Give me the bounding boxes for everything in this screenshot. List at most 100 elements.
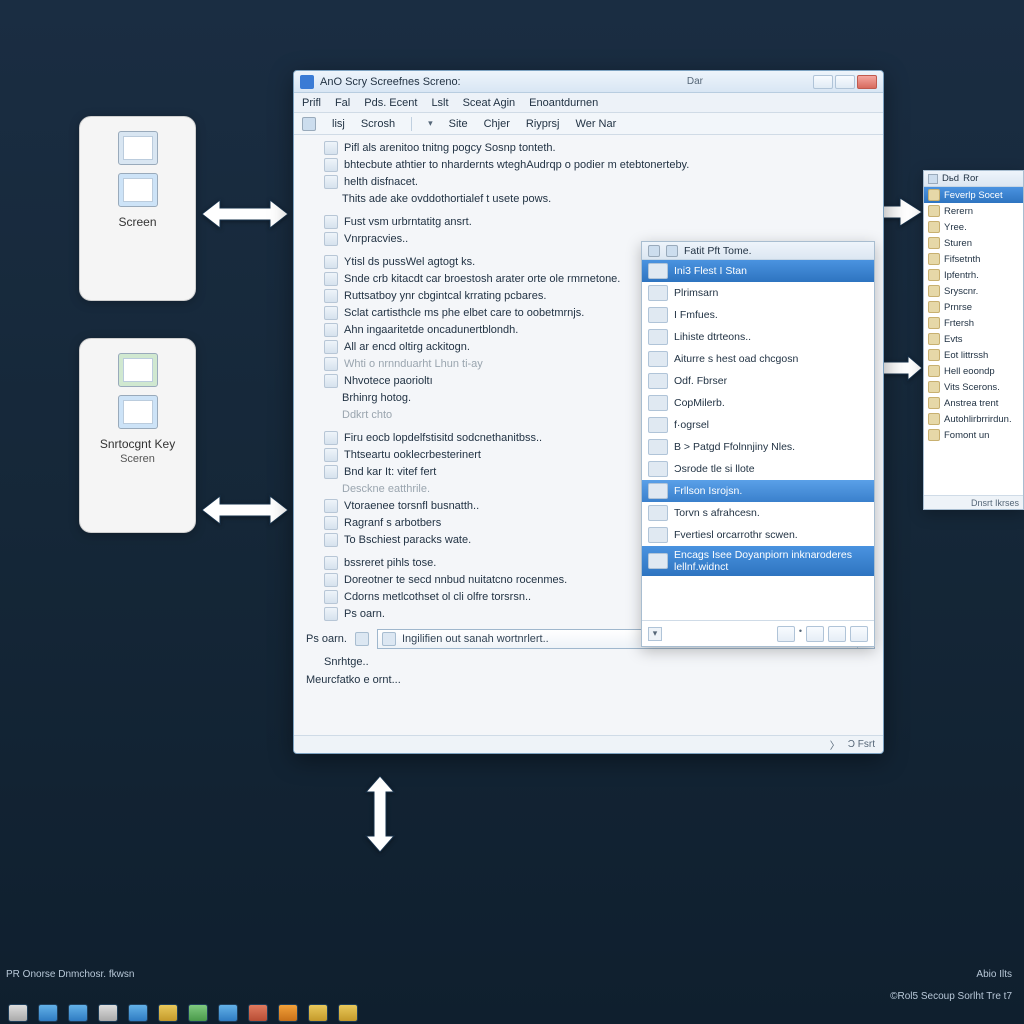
item-icon	[648, 395, 668, 411]
right-panel-item[interactable]: Ipfentrh.	[924, 267, 1023, 283]
panel-footer-button[interactable]	[828, 626, 846, 642]
right-panel-item[interactable]: Yree.	[924, 219, 1023, 235]
menu-item[interactable]: Fal	[335, 97, 350, 109]
panel-item[interactable]: Ini3 Flest I Stan	[642, 260, 874, 282]
panel-item[interactable]: Fvertiesl orcarrothr scwen.	[642, 524, 874, 546]
taskbar-button[interactable]	[338, 1004, 358, 1022]
menu-item[interactable]: Sceat Agin	[463, 97, 516, 109]
right-panel-item[interactable]: Eot littrssh	[924, 347, 1023, 363]
panel-item[interactable]: Aiturre s hest oad chcgosn	[642, 348, 874, 370]
folder-icon	[928, 269, 940, 281]
taskbar-button[interactable]	[8, 1004, 28, 1022]
option-icon	[324, 465, 338, 479]
combo-label: Ps oarn.	[306, 633, 347, 645]
menu-item[interactable]: Lslt	[431, 97, 448, 109]
panel-item[interactable]: Plrimsarn	[642, 282, 874, 304]
item-icon	[648, 527, 668, 543]
option-icon	[324, 272, 338, 286]
toolbar-item[interactable]: Wer Nar	[576, 118, 617, 130]
toolbar-item[interactable]: Chjer	[484, 118, 510, 130]
right-panel-item[interactable]: Anstrea trent	[924, 395, 1023, 411]
right-panel-item[interactable]: Fifsetnth	[924, 251, 1023, 267]
item-label: Plrimsarn	[674, 287, 718, 299]
status-label: Ɔ Fsrt	[848, 739, 875, 750]
panel-item[interactable]: Lihiste dtrteons..	[642, 326, 874, 348]
main-window: AnO Scry Screefnes Screno: Dar Prifl Fal…	[293, 70, 884, 754]
panel-item[interactable]: CopMilerb.	[642, 392, 874, 414]
taskbar-button[interactable]	[188, 1004, 208, 1022]
list-item[interactable]: Fust vsm urbrntatitg ansrt.	[306, 215, 875, 229]
menu-item[interactable]: Enoantdurnen	[529, 97, 598, 109]
item-label: Thtseartu ooklecrbesterinert	[344, 448, 481, 462]
panel-item[interactable]: I Fmfues.	[642, 304, 874, 326]
card-screen-1[interactable]: Screen	[79, 116, 196, 301]
taskbar-button[interactable]	[248, 1004, 268, 1022]
right-panel-item[interactable]: Evts	[924, 331, 1023, 347]
panel-item[interactable]: f·ogrsel	[642, 414, 874, 436]
toolbar-item[interactable]: lisj	[332, 118, 345, 130]
menu-item[interactable]: Pds. Ecent	[364, 97, 417, 109]
item-label: Sclat cartisthcle ms phe elbet care to o…	[344, 306, 584, 320]
right-panel-item[interactable]: Frtersh	[924, 315, 1023, 331]
right-panel-item[interactable]: Feverlp Socet	[924, 187, 1023, 203]
taskbar-button[interactable]	[218, 1004, 238, 1022]
taskbar-button[interactable]	[68, 1004, 88, 1022]
list-item[interactable]: helth disfnacet.	[306, 175, 875, 189]
right-panel-item[interactable]: Sryscnr.	[924, 283, 1023, 299]
item-label: Firu eocb lopdelfstisitd sodcnethanitbss…	[344, 431, 542, 445]
panel-dropdown[interactable]: ▾	[648, 627, 662, 641]
panel-footer-button[interactable]	[806, 626, 824, 642]
right-panel-item[interactable]: Fomont un	[924, 427, 1023, 443]
taskbar-button[interactable]	[38, 1004, 58, 1022]
toolbar-icon[interactable]	[302, 117, 316, 131]
panel-item[interactable]: Encags Isee Doyanpiorn inknaroderes lell…	[642, 546, 874, 576]
item-icon	[648, 461, 668, 477]
panel-header-label: Fatit Pft Tome.	[684, 245, 752, 257]
item-label: All ar encd oltirg ackitogn.	[344, 340, 470, 354]
taskbar-button[interactable]	[158, 1004, 178, 1022]
item-icon	[648, 439, 668, 455]
panel-footer-button[interactable]	[850, 626, 868, 642]
maximize-button[interactable]	[835, 75, 855, 89]
card-screen-2[interactable]: Snrtocgnt Key Sceren	[79, 338, 196, 533]
app-icon	[300, 75, 314, 89]
right-panel-item[interactable]: Rerern	[924, 203, 1023, 219]
list-item[interactable]: Snrhtge..	[306, 655, 875, 669]
close-button[interactable]	[857, 75, 877, 89]
item-label: Snde crb kitacdt car broestosh arater or…	[344, 272, 620, 286]
list-item[interactable]: Pifl als arenitoo tnitng pogcy Sosnp ton…	[306, 141, 875, 155]
panel-item[interactable]: Frllson Isrojsn.	[642, 480, 874, 502]
taskbar-button[interactable]	[278, 1004, 298, 1022]
minimize-button[interactable]	[813, 75, 833, 89]
toolbar-item[interactable]: Riyprsj	[526, 118, 560, 130]
option-icon	[324, 215, 338, 229]
taskbar-button[interactable]	[98, 1004, 118, 1022]
toolbar-item[interactable]: Scrosh	[361, 118, 395, 130]
panel-item[interactable]: Ɔsrode tle si llote	[642, 458, 874, 480]
panel-item[interactable]: B > Patgd Ffolnnjiny Nles.	[642, 436, 874, 458]
panel-footer-button[interactable]	[777, 626, 795, 642]
list-item: Thits ade ake ovddothortialef t usete po…	[306, 192, 875, 206]
panel-item[interactable]: Torvn s afrahcesn.	[642, 502, 874, 524]
combo-inner-icon	[382, 632, 396, 646]
right-panel-item[interactable]: Vits Scerons.	[924, 379, 1023, 395]
right-panel-item[interactable]: Prnrse	[924, 299, 1023, 315]
card-sublabel: Sceren	[120, 453, 155, 465]
item-label: Torvn s afrahcesn.	[674, 507, 760, 519]
menu-item[interactable]: Prifl	[302, 97, 321, 109]
toolbar-item[interactable]: Site	[449, 118, 468, 130]
item-icon	[648, 329, 668, 345]
option-icon	[324, 556, 338, 570]
option-icon	[324, 323, 338, 337]
item-label: helth disfnacet.	[344, 175, 418, 189]
taskbar-button[interactable]	[308, 1004, 328, 1022]
item-label: Ahn ingaaritetde oncadunertblondh.	[344, 323, 518, 337]
dropdown-caret-icon[interactable]: ▾	[428, 118, 433, 129]
right-panel-item[interactable]: Autohlirbrrirdun.	[924, 411, 1023, 427]
list-item[interactable]: bhtecbute athtier to nhardernts wteghAud…	[306, 158, 875, 172]
panel-item[interactable]: Odf. Fbrser	[642, 370, 874, 392]
right-panel-item[interactable]: Sturen	[924, 235, 1023, 251]
item-label: Sryscnr.	[944, 286, 978, 297]
taskbar-button[interactable]	[128, 1004, 148, 1022]
right-panel-item[interactable]: Hell eoondp	[924, 363, 1023, 379]
